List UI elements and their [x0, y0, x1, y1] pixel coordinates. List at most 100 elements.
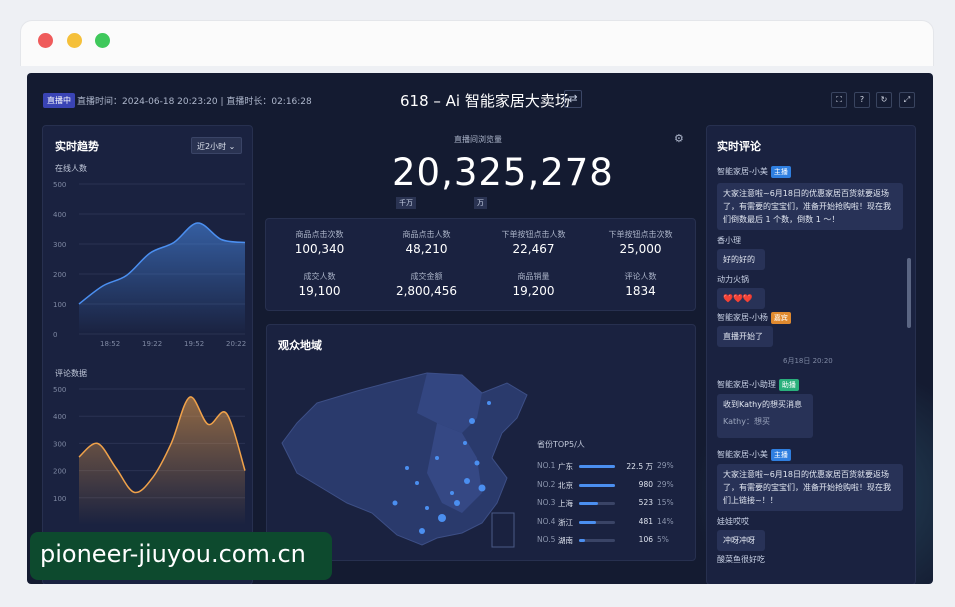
province-rank: NO.5 — [537, 535, 556, 544]
fullscreen-icon[interactable]: ⤢ — [899, 92, 915, 108]
stats-panel: 商品点击次数 100,340 商品点击人数 48,210 下单按钮点击人数 22,467 下… — [265, 218, 696, 311]
comment-username: 智能家居-小杨 — [717, 313, 768, 322]
stat-label: 评论人数 — [624, 272, 657, 281]
stat-value: 19,200 — [512, 284, 555, 298]
province-value: 481 — [638, 516, 653, 526]
comment-area-chart: 500 400 300 200 100 — [53, 386, 246, 525]
comment-user[interactable]: 智能家居-小美 主播 — [717, 166, 791, 178]
stat-label: 下单按钮点击次数 — [608, 230, 673, 239]
province-row: NO.1 广东 22.5 万 29% — [537, 461, 697, 473]
maximize-window-icon[interactable] — [95, 33, 110, 48]
screenshot-icon[interactable]: ⛶ — [831, 92, 847, 108]
comment-text: 直播开始了 — [723, 332, 763, 341]
unit-wan: 万 — [474, 197, 487, 209]
province-bar-fill — [579, 520, 597, 524]
comment-text: 冲呀冲呀 — [723, 536, 755, 545]
audience-region-panel: 观众地域 省份TOP5/人 NO.1 广东 22.5 万 29% NO.2 北京 980 29… — [266, 324, 696, 561]
comment-user[interactable]: 动力火锅 — [717, 274, 749, 285]
comment-username: 智能家居-小美 — [717, 167, 768, 176]
comment-user[interactable]: 娃娃哎哎 — [717, 516, 749, 527]
comment-username: 动力火锅 — [717, 275, 749, 284]
province-bar-track — [579, 465, 615, 468]
stat-item: 商品点击人数 48,210 — [373, 229, 480, 256]
province-row: NO.4 浙江 481 14% — [537, 517, 697, 529]
x-tick-label: 18:52 — [100, 340, 120, 348]
comment-bubble: 直播开始了 — [717, 326, 773, 347]
province-percent: 5% — [657, 535, 669, 544]
province-row: NO.5 湖南 106 5% — [537, 535, 697, 547]
stat-item: 成交人数 19,100 — [266, 271, 373, 298]
province-value: 22.5 万 — [626, 462, 653, 471]
views-value: 20,325,278 — [392, 151, 614, 194]
province-percent: 14% — [657, 516, 674, 526]
y-tick-label: 400 — [53, 211, 66, 219]
stat-item: 成交金额 2,800,456 — [373, 271, 480, 298]
province-row: NO.3 上海 523 15% — [537, 498, 697, 510]
province-value: 106 — [638, 535, 653, 544]
comments-scrollbar[interactable] — [907, 258, 911, 328]
settings-icon[interactable]: ⚙ — [674, 132, 684, 145]
unit-qianwan: 千万 — [396, 197, 416, 209]
stat-value: 19,100 — [298, 284, 341, 298]
province-percent: 29% — [657, 461, 674, 470]
comment-username: 香小理 — [717, 236, 741, 245]
comment-user[interactable]: 智能家居-小助理 助播 — [717, 379, 799, 391]
comment-username: 智能家居-小助理 — [717, 380, 776, 389]
province-bar-fill — [579, 502, 598, 505]
stat-value: 25,000 — [619, 242, 662, 256]
stat-label: 成交金额 — [410, 272, 443, 281]
refresh-icon[interactable]: ↻ — [876, 92, 892, 108]
watermark: pioneer-jiuyou.com.cn — [30, 532, 332, 580]
comment-text: 收到Kathy的想买消息 — [723, 400, 802, 409]
comment-quote: Kathy：想买 — [723, 417, 770, 426]
x-tick-label: 19:52 — [184, 340, 204, 348]
y-tick-label: 400 — [53, 413, 66, 421]
comment-text: 大家注意啦~6月18日的优惠家居百货就要返场了，有需要的宝宝们，准备开始抢购啦！… — [723, 470, 891, 505]
comment-time-divider: 6月18日 20:20 — [783, 357, 833, 365]
y-tick-label: 0 — [53, 331, 57, 339]
stat-item: 下单按钮点击人数 22,467 — [480, 229, 587, 256]
online-area-chart: 500 400 300 200 100 0 18:52 19:22 19:52 20:22 — [53, 181, 246, 348]
live-status-badge: 直播中 — [43, 93, 75, 108]
comment-user[interactable]: 智能家居-小美 主播 — [717, 449, 791, 461]
stat-item: 下单按钮点击次数 25,000 — [587, 229, 694, 256]
y-tick-label: 500 — [53, 386, 66, 394]
y-tick-label: 200 — [53, 271, 66, 279]
comment-user[interactable]: 智能家居-小杨 嘉宾 — [717, 312, 791, 324]
stat-label: 下单按钮点击人数 — [501, 230, 566, 239]
comment-username: 酸菜鱼很好吃 — [717, 555, 765, 564]
province-percent: 15% — [657, 498, 674, 507]
province-bar-track — [579, 483, 615, 487]
stat-label: 商品点击人数 — [402, 230, 451, 239]
comment-bubble: 大家注意啦~6月18日的优惠家居百货就要返场了，有需要的宝宝们，准备开始抢购啦！… — [717, 183, 903, 230]
stat-value: 2,800,456 — [395, 284, 458, 298]
comment-user[interactable]: 香小理 — [717, 235, 741, 246]
comment-bubble: 冲呀冲呀 — [717, 530, 765, 551]
stat-item: 商品点击次数 100,340 — [266, 229, 373, 256]
comments-panel: 实时评论 智能家居-小美 主播大家注意啦~6月18日的优惠家居百货就要返场了，有需… — [706, 125, 916, 584]
help-icon[interactable]: ? — [854, 92, 870, 108]
province-rank: NO.1 — [537, 461, 556, 470]
comment-text: 大家注意啦~6月18日的优惠家居百货就要返场了，有需要的宝宝们，准备开始抢购啦！… — [723, 189, 891, 224]
y-tick-label: 300 — [53, 440, 66, 448]
range-select[interactable]: 近2小时 ⌄ — [191, 137, 242, 154]
region-title: 观众地域 — [278, 339, 322, 352]
online-chart-label: 在线人数 — [55, 164, 87, 173]
province-value: 980 — [638, 479, 653, 489]
y-tick-label: 100 — [53, 301, 66, 309]
role-tag: 嘉宾 — [770, 312, 791, 324]
stat-label: 商品销量 — [517, 272, 550, 281]
y-tick-label: 300 — [53, 241, 66, 249]
comments-title: 实时评论 — [717, 140, 761, 153]
top-bar: 直播中 直播时间：2024-06-18 20:23:20 | 直播时长：02:1… — [27, 73, 933, 125]
stat-label: 商品点击次数 — [295, 230, 344, 239]
comment-username: 智能家居-小美 — [717, 450, 768, 459]
minimize-window-icon[interactable] — [67, 33, 82, 48]
stat-value: 48,210 — [405, 242, 448, 256]
province-rank: NO.4 — [537, 516, 556, 526]
swap-room-button[interactable]: ⇄ — [564, 90, 582, 108]
comment-user[interactable]: 酸菜鱼很好吃 — [717, 554, 765, 565]
browser-chrome — [20, 20, 934, 66]
trend-title: 实时趋势 — [55, 140, 99, 153]
close-window-icon[interactable] — [38, 33, 53, 48]
